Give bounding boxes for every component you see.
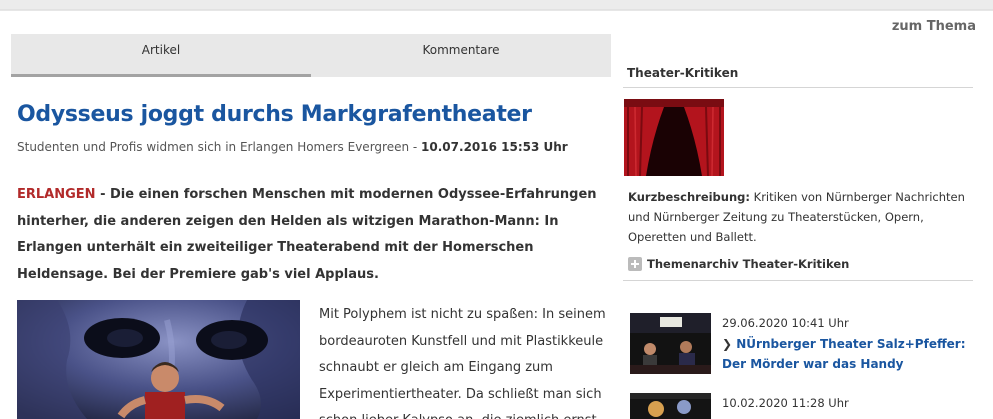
stage-photo-graphic — [17, 300, 300, 419]
tab-kommentare[interactable]: Kommentare — [311, 34, 611, 77]
themenarchiv-link[interactable]: Themenarchiv Theater-Kritiken — [628, 254, 849, 274]
news-thumbnail-graphic — [630, 313, 711, 374]
news-date-2: 10.02.2020 11:28 Uhr — [722, 396, 849, 410]
article-tabs: Artikel Kommentare — [11, 34, 611, 77]
subline-separator: - — [409, 140, 422, 154]
article-datetime: 10.07.2016 15:53 Uhr — [421, 140, 568, 154]
news-thumbnail-2[interactable] — [630, 393, 711, 419]
article-photo[interactable] — [17, 300, 300, 419]
top-strip — [0, 0, 993, 10]
sidebar-divider-2 — [623, 280, 973, 281]
news-date: 29.06.2020 10:41 Uhr — [722, 316, 849, 330]
news-title: NÜrnberger Theater Salz+Pfeffer: Der Mör… — [722, 337, 966, 371]
lead-text: - Die einen forschen Menschen mit modern… — [17, 187, 597, 282]
zum-thema-link[interactable]: zum Thema — [892, 19, 976, 34]
tab-artikel[interactable]: Artikel — [11, 34, 311, 77]
desc-label: Kurzbeschreibung: — [628, 190, 750, 204]
news-thumbnail[interactable] — [630, 313, 711, 374]
article-body: Mit Polyphem ist nicht zu spaßen: In sei… — [319, 307, 606, 419]
sidebar-divider — [623, 87, 973, 88]
news-thumbnail-graphic-2 — [630, 393, 711, 419]
theater-curtain-image[interactable] — [624, 99, 724, 176]
sidebar-description: Kurzbeschreibung: Kritiken von Nürnberge… — [628, 187, 968, 247]
plus-icon — [628, 257, 642, 271]
article-subline: Studenten und Profis widmen sich in Erla… — [17, 140, 568, 154]
page: zum Thema Artikel Kommentare Odysseus jo… — [0, 0, 993, 419]
chevron-right-icon: ❯ — [722, 337, 733, 351]
dateline-place: ERLANGEN — [17, 187, 96, 202]
curtain-graphic — [624, 99, 724, 176]
article-lead: ERLANGEN - Die einen forschen Menschen m… — [17, 182, 607, 288]
article-headline: Odysseus joggt durchs Markgrafentheater — [17, 102, 532, 127]
subline-text: Studenten und Profis widmen sich in Erla… — [17, 140, 410, 154]
themenarchiv-label: Themenarchiv Theater-Kritiken — [647, 257, 850, 271]
news-title-link[interactable]: ❯ NÜrnberger Theater Salz+Pfeffer: Der M… — [722, 334, 972, 374]
sidebar-title: Theater-Kritiken — [627, 66, 739, 80]
